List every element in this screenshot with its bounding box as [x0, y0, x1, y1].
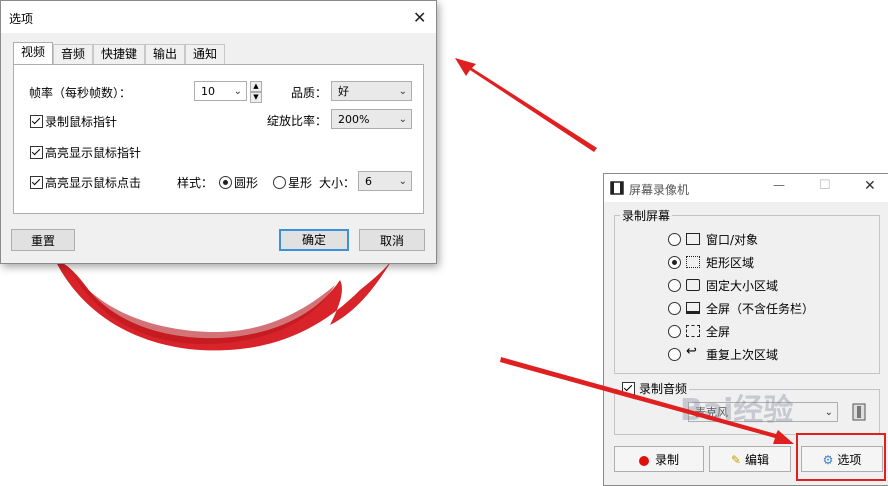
zoom-label: 绽放比率：: [267, 114, 328, 128]
edit-icon: ✎: [730, 453, 742, 467]
framerate-label: 帧率（每秒帧数）：: [29, 86, 132, 100]
mode-repeat-radio[interactable]: [668, 348, 681, 361]
mode-repeat-label: 重复上次区域: [706, 348, 779, 362]
tab-hotkeys[interactable]: 快捷键: [93, 44, 145, 64]
style-star-radio[interactable]: [273, 176, 286, 189]
style-circle-radio[interactable]: [219, 176, 232, 189]
highlight-box: [796, 433, 886, 481]
arrow-to-options-dialog: [455, 58, 597, 152]
style-star-label: 星形: [288, 176, 313, 190]
spin-down-icon[interactable]: ▼: [250, 92, 262, 103]
record-audio-checkbox[interactable]: [622, 382, 635, 395]
mode-window-radio[interactable]: [668, 233, 681, 246]
fullscreen-no-taskbar-icon: [686, 302, 700, 314]
mode-fixed-label: 固定大小区域: [706, 279, 779, 293]
style-circle-label: 圆形: [234, 176, 259, 190]
highlight-cursor-checkbox[interactable]: [30, 146, 43, 159]
audio-settings-icon[interactable]: [852, 403, 866, 421]
minimize-icon[interactable]: —: [773, 178, 785, 192]
tab-notify[interactable]: 通知: [185, 44, 225, 64]
size-label: 大小：: [319, 176, 356, 190]
style-label: 样式：: [177, 176, 214, 190]
mode-fixed-radio[interactable]: [668, 279, 681, 292]
fixed-size-icon: [686, 279, 700, 291]
rect-region-icon: [686, 256, 700, 268]
film-icon: [610, 181, 624, 195]
spin-up-icon[interactable]: ▲: [250, 81, 262, 92]
close-icon[interactable]: ✕: [864, 178, 876, 194]
maximize-icon[interactable]: ☐: [819, 178, 831, 193]
mode-window-label: 窗口/对象: [706, 233, 759, 247]
quality-label: 品质：: [291, 86, 328, 100]
mode-fullscreen-label: 全屏: [706, 325, 731, 339]
record-dot-icon: [638, 455, 649, 466]
cancel-button[interactable]: 取消: [359, 229, 425, 251]
record-cursor-checkbox[interactable]: [30, 115, 43, 128]
zoom-select[interactable]: 200% ⌄: [331, 109, 412, 129]
red-brush-decoration: [55, 255, 395, 351]
framerate-input[interactable]: 10 ⌄: [194, 81, 247, 101]
quality-select[interactable]: 好 ⌄: [331, 81, 412, 101]
watermark: Bai经验: [680, 393, 794, 428]
size-select[interactable]: 6 ⌄: [358, 171, 412, 191]
mode-rect-label: 矩形区域: [706, 256, 755, 270]
repeat-region-icon: ↩: [686, 344, 697, 359]
record-cursor-label: 录制鼠标指针: [45, 115, 118, 129]
options-titlebar: 选项 ✕: [1, 1, 436, 33]
mode-fullscreen-notaskbar-radio[interactable]: [668, 302, 681, 315]
mode-rect-radio[interactable]: [668, 256, 681, 269]
options-dialog: 选项 ✕ 视频 音频 快捷键 输出 通知 帧率（每秒帧数）： 10 ⌄ ▲ ▼ 品…: [0, 0, 437, 264]
video-settings-panel: 帧率（每秒帧数）： 10 ⌄ ▲ ▼ 品质： 好 ⌄ 录制鼠标指针 绽放比率： 20…: [13, 64, 424, 214]
highlight-click-label: 高亮显示鼠标点击: [45, 176, 142, 190]
tab-output[interactable]: 输出: [145, 44, 185, 64]
reset-button[interactable]: 重置: [11, 229, 75, 251]
highlight-cursor-label: 高亮显示鼠标指针: [45, 146, 142, 160]
edit-button[interactable]: ✎ 编辑: [709, 446, 791, 472]
mode-fullscreen-notaskbar-label: 全屏（不含任务栏）: [706, 302, 815, 316]
ok-button[interactable]: 确定: [279, 229, 349, 251]
fullscreen-icon: [686, 325, 700, 337]
mode-fullscreen-radio[interactable]: [668, 325, 681, 338]
window-icon: [686, 233, 700, 245]
framerate-spinner[interactable]: ▲ ▼: [250, 81, 262, 103]
record-screen-label: 录制屏幕: [620, 207, 673, 224]
recorder-title: 屏幕录像机: [629, 183, 690, 197]
highlight-click-checkbox[interactable]: [30, 176, 43, 189]
tab-audio[interactable]: 音频: [53, 44, 93, 64]
options-title: 选项: [9, 12, 34, 26]
record-button[interactable]: 录制: [614, 446, 704, 472]
tab-video[interactable]: 视频: [13, 42, 53, 65]
close-icon[interactable]: ✕: [413, 10, 426, 26]
recorder-titlebar: 屏幕录像机 — ☐ ✕: [604, 174, 888, 202]
